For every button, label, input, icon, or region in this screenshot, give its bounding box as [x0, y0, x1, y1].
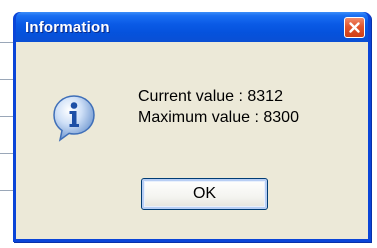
- information-dialog: Information Current value: 8312 Maximum…: [13, 12, 371, 242]
- close-icon: [348, 21, 361, 34]
- dialog-body: Current value : 8312 Maximum value : 830…: [16, 42, 368, 239]
- ok-button[interactable]: OK: [141, 178, 268, 210]
- dialog-title: Information: [25, 19, 110, 36]
- message-text: Current value : 8312 Maximum value : 830…: [138, 86, 299, 128]
- screen: Information Current value: 8312 Maximum…: [0, 0, 377, 248]
- title-bar[interactable]: Information: [16, 12, 368, 42]
- information-icon: [52, 94, 96, 142]
- close-button[interactable]: [344, 17, 365, 38]
- message-line-current: Current value : 8312: [138, 88, 283, 105]
- message-line-maximum: Maximum value : 8300: [138, 109, 299, 126]
